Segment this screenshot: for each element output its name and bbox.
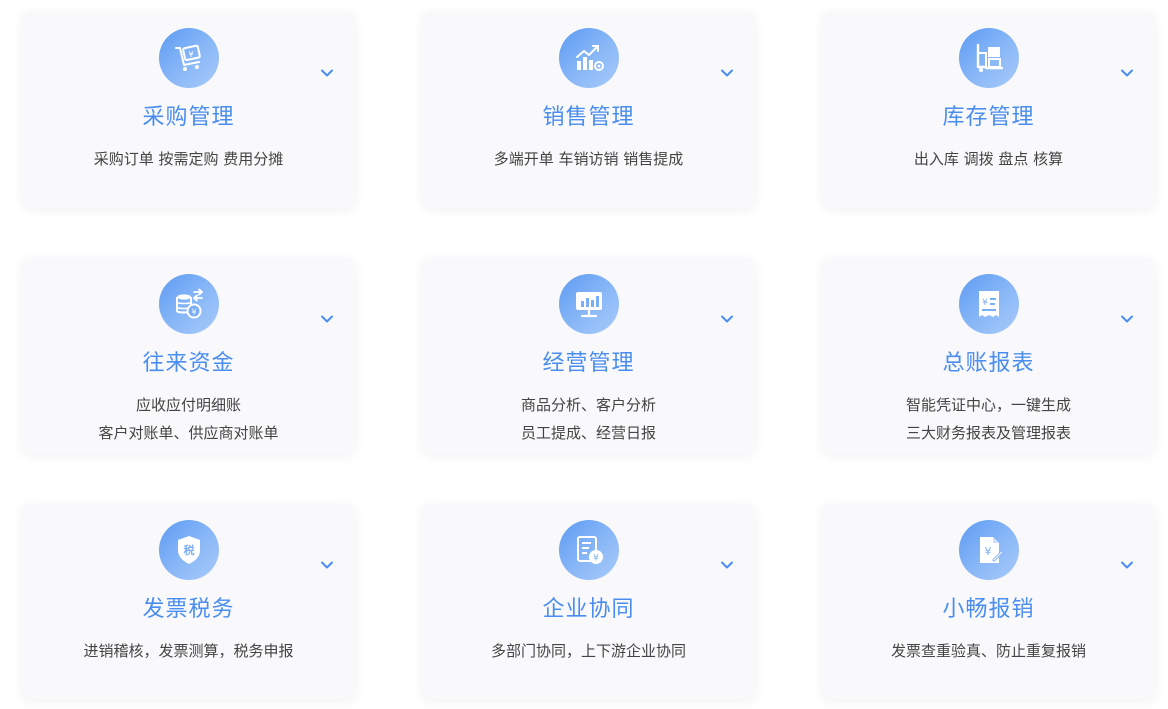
card-description: 商品分析、客户分析 员工提成、经营日报 (422, 391, 755, 447)
chevron-down-icon[interactable] (320, 560, 334, 570)
card-description-line: 三大财务报表及管理报表 (905, 424, 1071, 442)
svg-text:¥: ¥ (982, 298, 988, 308)
feature-card-sales[interactable]: 销售管理 多端开单 车销访销 销售提成 (422, 12, 755, 208)
card-description-line: 商品分析、客户分析 (520, 396, 656, 414)
card-title: 小畅报销 (942, 597, 1035, 622)
card-description-line: 出入库 调拨 盘点 核算 (913, 150, 1064, 168)
feature-card-ledger[interactable]: ¥ 总账报表 智能凭证中心，一键生成 三大财务报表及管理报表 (822, 258, 1155, 454)
card-description-line: 应收应付明细账 (135, 396, 241, 414)
tax-shield-icon: 税 (159, 520, 219, 580)
card-description-line: 发票查重验真、防止重复报销 (890, 642, 1086, 660)
feature-card-inventory[interactable]: 库存管理 出入库 调拨 盘点 核算 (822, 12, 1155, 208)
card-description-line: 智能凭证中心，一键生成 (905, 396, 1071, 414)
card-description: 进销稽核，发票测算，税务申报 (22, 637, 355, 665)
chevron-down-icon[interactable] (720, 314, 734, 324)
chevron-down-icon[interactable] (1120, 68, 1134, 78)
card-description-line: 客户对账单、供应商对账单 (98, 424, 279, 442)
card-description: 发票查重验真、防止重复报销 (822, 637, 1155, 665)
card-description: 多端开单 车销访销 销售提成 (422, 145, 755, 173)
card-description-line: 采购订单 按需定购 费用分摊 (93, 150, 284, 168)
feature-card-tax[interactable]: 税 发票税务 进销稽核，发票测算，税务申报 (22, 504, 355, 700)
card-description: 多部门协同，上下游企业协同 (422, 637, 755, 665)
reimburse-document-icon: ¥ (959, 520, 1019, 580)
feature-grid: ¥ 采购管理 采购订单 按需定购 费用分摊 销售管理 多端开单 车销访销 销售提… (22, 12, 1156, 700)
chevron-down-icon[interactable] (720, 68, 734, 78)
card-title: 总账报表 (942, 351, 1035, 376)
document-coin-icon: ¥ (559, 520, 619, 580)
card-title: 销售管理 (542, 105, 635, 130)
card-description-line: 员工提成、经营日报 (520, 424, 656, 442)
card-title: 采购管理 (142, 105, 235, 130)
card-description: 采购订单 按需定购 费用分摊 (22, 145, 355, 173)
card-description: 应收应付明细账 客户对账单、供应商对账单 (22, 391, 355, 447)
svg-text:¥: ¥ (985, 545, 992, 558)
card-title: 库存管理 (942, 105, 1035, 130)
card-title: 往来资金 (142, 351, 235, 376)
card-title: 经营管理 (542, 351, 635, 376)
svg-text:¥: ¥ (593, 554, 599, 564)
feature-card-operations[interactable]: 经营管理 商品分析、客户分析 员工提成、经营日报 (422, 258, 755, 454)
card-description-line: 多端开单 车销访销 销售提成 (493, 150, 684, 168)
feature-card-purchase[interactable]: ¥ 采购管理 采购订单 按需定购 费用分摊 (22, 12, 355, 208)
chevron-down-icon[interactable] (1120, 560, 1134, 570)
sales-chart-icon (559, 28, 619, 88)
svg-text:¥: ¥ (191, 308, 196, 317)
coins-exchange-icon: ¥ (159, 274, 219, 334)
feature-card-funds[interactable]: ¥ 往来资金 应收应付明细账 客户对账单、供应商对账单 (22, 258, 355, 454)
svg-text:税: 税 (184, 543, 195, 557)
inventory-forklift-icon (959, 28, 1019, 88)
card-description: 出入库 调拨 盘点 核算 (822, 145, 1155, 173)
purchase-cart-icon: ¥ (159, 28, 219, 88)
ledger-receipt-icon: ¥ (959, 274, 1019, 334)
monitor-chart-icon (559, 274, 619, 334)
card-description-line: 多部门协同，上下游企业协同 (490, 642, 686, 660)
feature-card-reimbursement[interactable]: ¥ 小畅报销 发票查重验真、防止重复报销 (822, 504, 1155, 700)
chevron-down-icon[interactable] (320, 68, 334, 78)
chevron-down-icon[interactable] (1120, 314, 1134, 324)
svg-text:¥: ¥ (188, 50, 193, 59)
card-description-line: 进销稽核，发票测算，税务申报 (83, 642, 294, 660)
card-title: 企业协同 (542, 597, 635, 622)
chevron-down-icon[interactable] (720, 560, 734, 570)
chevron-down-icon[interactable] (320, 314, 334, 324)
feature-card-collaboration[interactable]: ¥ 企业协同 多部门协同，上下游企业协同 (422, 504, 755, 700)
card-title: 发票税务 (142, 597, 235, 622)
card-description: 智能凭证中心，一键生成 三大财务报表及管理报表 (822, 391, 1155, 447)
